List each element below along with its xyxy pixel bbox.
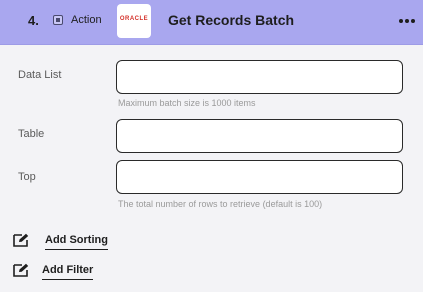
top-label: Top [18,171,36,183]
top-hint: The total number of rows to retrieve (de… [118,199,323,209]
oracle-logo-text: ORACLE [119,16,149,22]
table-label: Table [18,128,45,140]
edit-icon [13,263,29,277]
oracle-logo: ORACLE [117,4,151,38]
top-input[interactable] [116,160,403,194]
data-list-input[interactable] [116,60,403,94]
add-sorting-button[interactable]: Add Sorting [13,233,123,253]
action-type-icon [53,15,63,25]
action-type-label: Action [71,14,102,26]
table-input[interactable] [116,119,403,153]
action-title: Get Records Batch [168,12,295,28]
action-card: 4. Action ORACLE Get Records Batch Data … [0,0,423,292]
more-dots-icon[interactable] [397,14,417,28]
data-list-label: Data List [18,69,62,81]
data-list-hint: Maximum batch size is 1000 items [118,98,256,108]
add-filter-label: Add Filter [42,264,94,280]
edit-icon [13,233,29,247]
action-header: 4. Action ORACLE Get Records Batch [0,0,423,45]
add-sorting-label: Add Sorting [45,234,108,250]
step-number: 4. [28,13,39,28]
add-filter-button[interactable]: Add Filter [13,263,113,283]
